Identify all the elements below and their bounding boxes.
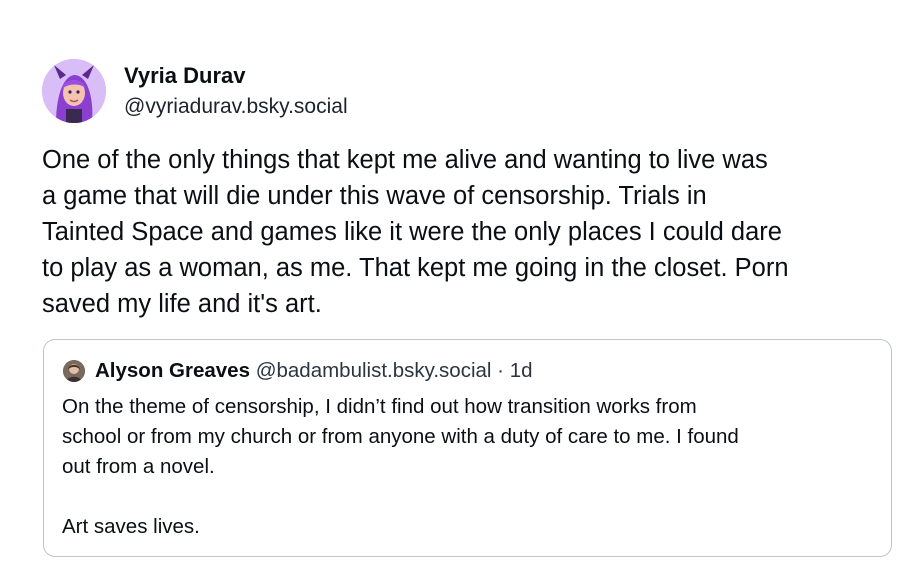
quote-author-avatar[interactable]: [63, 360, 85, 382]
quote-text-line: Art saves lives.: [62, 515, 200, 538]
quote-text-line: out from a novel.: [62, 455, 215, 478]
quote-text-line: On the theme of censorship, I didn’t fin…: [62, 395, 697, 418]
post-text-line: saved my life and it's art.: [42, 290, 322, 318]
post-text-line: Tainted Space and games like it were the…: [42, 218, 782, 246]
post-text-line: One of the only things that kept me aliv…: [42, 146, 768, 174]
avatar-image: [42, 59, 106, 123]
post: Vyria Durav @vyriadurav.bsky.social One …: [0, 0, 918, 571]
post-text: One of the only things that kept me aliv…: [42, 142, 902, 322]
quote-post-card[interactable]: Alyson Greaves @badambulist.bsky.social …: [43, 339, 892, 557]
quote-text-line: school or from my church or from anyone …: [62, 425, 739, 448]
quote-separator: ·: [491, 359, 510, 382]
quote-author-display-name[interactable]: Alyson Greaves: [95, 359, 250, 382]
quote-text: On the theme of censorship, I didn’t fin…: [62, 392, 882, 542]
quote-header: Alyson Greaves @badambulist.bsky.social …: [95, 359, 533, 383]
author-display-name[interactable]: Vyria Durav: [124, 63, 245, 89]
quote-text-line: [62, 482, 882, 512]
quote-timestamp[interactable]: 1d: [510, 359, 533, 382]
post-text-line: to play as a woman, as me. That kept me …: [42, 254, 789, 282]
quote-avatar-image: [63, 360, 85, 382]
post-text-line: a game that will die under this wave of …: [42, 182, 707, 210]
author-handle[interactable]: @vyriadurav.bsky.social: [124, 95, 348, 119]
avatar[interactable]: [42, 59, 106, 123]
quote-author-handle[interactable]: @badambulist.bsky.social: [256, 359, 492, 382]
